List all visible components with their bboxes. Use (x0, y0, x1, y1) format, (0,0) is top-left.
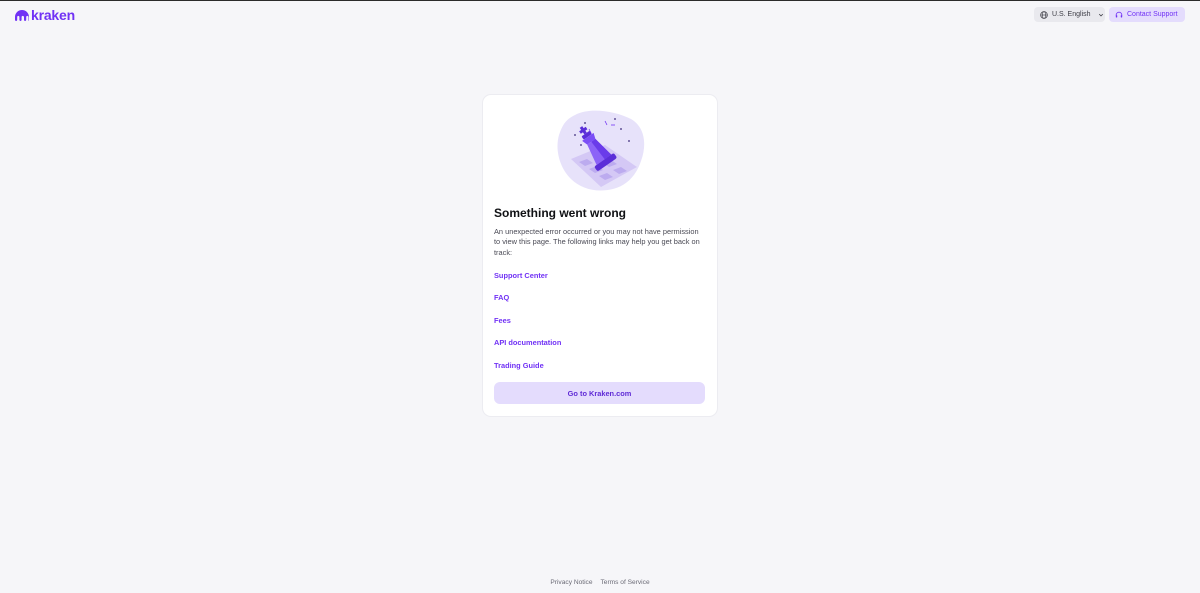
contact-support-button[interactable]: Contact Support (1109, 7, 1185, 22)
error-description: An unexpected error occurred or you may … (494, 227, 700, 257)
faq-link[interactable]: FAQ (494, 293, 509, 303)
top-header: kraken U.S. English Contact Support (0, 1, 1200, 27)
logo-text: kraken (31, 7, 75, 23)
fees-link[interactable]: Fees (494, 316, 511, 326)
error-title: Something went wrong (494, 206, 626, 220)
kraken-logo-icon (15, 9, 29, 21)
go-to-kraken-button[interactable]: Go to Kraken.com (494, 382, 705, 404)
contact-support-label: Contact Support (1127, 11, 1178, 18)
error-card: Something went wrong An unexpected error… (483, 95, 717, 416)
api-documentation-link[interactable]: API documentation (494, 338, 561, 348)
privacy-notice-link[interactable]: Privacy Notice (550, 579, 592, 589)
terms-of-service-link[interactable]: Terms of Service (601, 579, 650, 589)
chevron-down-icon (1098, 13, 1103, 16)
globe-icon (1040, 10, 1048, 19)
trading-guide-link[interactable]: Trading Guide (494, 361, 544, 371)
language-label: U.S. English (1052, 11, 1091, 18)
support-center-link[interactable]: Support Center (494, 271, 548, 281)
headset-icon (1115, 11, 1123, 17)
footer: Privacy Notice Terms of Service (0, 579, 1200, 589)
kraken-logo[interactable]: kraken (15, 8, 75, 22)
language-selector[interactable]: U.S. English (1034, 7, 1105, 22)
chess-king-illustration (557, 110, 645, 191)
